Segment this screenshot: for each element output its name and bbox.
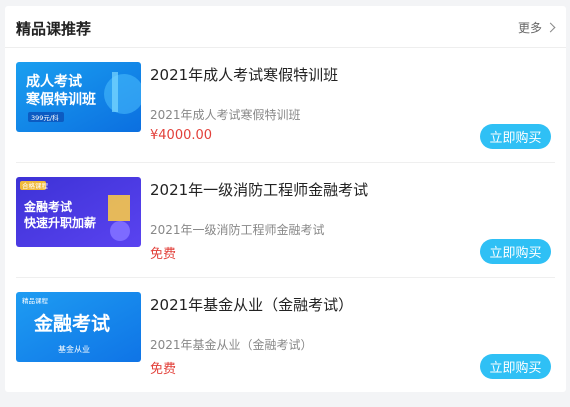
- thumb-line: 精品课程: [22, 296, 49, 305]
- thumb-line: 合格课程: [22, 181, 49, 190]
- more-link[interactable]: 更多: [517, 19, 556, 36]
- buy-now-button[interactable]: 立即购买: [480, 239, 551, 264]
- course-thumbnail[interactable]: 合格课程 金融考试 快速升职加薪: [16, 177, 141, 247]
- course-item: 成人考试 寒假特训班 399元/科 2021年成人考试寒假特训班 2021年成人…: [16, 48, 555, 163]
- more-label: 更多: [517, 21, 542, 35]
- thumb-line: 快速升职加薪: [24, 215, 96, 230]
- course-title[interactable]: 2021年基金从业（金融考试）: [150, 294, 353, 315]
- course-price: 免费: [150, 362, 177, 377]
- course-title[interactable]: 2021年成人考试寒假特训班: [150, 64, 338, 85]
- course-item: 合格课程 金融考试 快速升职加薪 2021年一级消防工程师金融考试 2021年一…: [16, 163, 555, 278]
- course-price: 免费: [150, 247, 177, 262]
- chevron-right-icon: [545, 22, 556, 33]
- buy-now-button[interactable]: 立即购买: [480, 124, 551, 149]
- thumb-line: 寒假特训班: [26, 91, 96, 108]
- course-subtitle: 2021年基金从业（金融考试）: [150, 338, 313, 352]
- course-item: 精品课程 金融考试 基金从业 2021年基金从业（金融考试） 2021年基金从业…: [16, 278, 555, 393]
- thumb-line: 金融考试: [23, 199, 72, 214]
- course-title[interactable]: 2021年一级消防工程师金融考试: [150, 179, 368, 200]
- course-subtitle: 2021年成人考试寒假特训班: [150, 108, 301, 122]
- course-thumbnail[interactable]: 精品课程 金融考试 基金从业: [16, 292, 141, 362]
- course-thumbnail[interactable]: 成人考试 寒假特训班 399元/科: [16, 62, 141, 132]
- thumb-line: 基金从业: [58, 344, 90, 354]
- course-subtitle: 2021年一级消防工程师金融考试: [150, 223, 325, 237]
- panel-title: 精品课推荐: [16, 20, 92, 38]
- course-recommend-panel: 精品课推荐 更多 成人考试 寒假特训班 399元/科 2021年成人考试寒假特训…: [5, 6, 566, 392]
- thumb-line: 399元/科: [31, 113, 59, 122]
- panel-header: 精品课推荐 更多: [5, 6, 566, 48]
- buy-now-button[interactable]: 立即购买: [480, 354, 551, 379]
- thumb-line: 成人考试: [26, 73, 82, 90]
- thumb-line: 金融考试: [33, 312, 110, 335]
- course-price: ¥4000.00: [150, 128, 213, 143]
